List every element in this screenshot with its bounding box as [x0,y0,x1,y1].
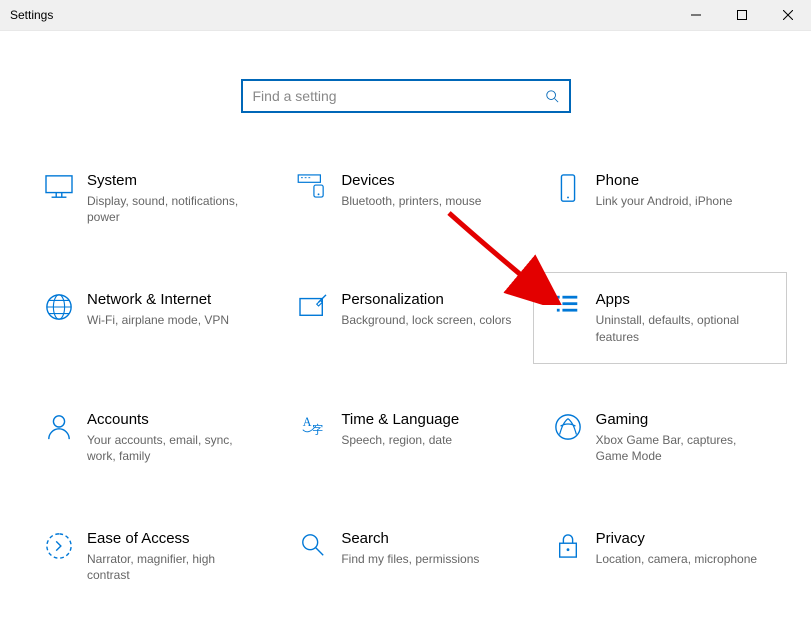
search-box[interactable] [241,79,571,113]
window-controls [673,0,811,30]
devices-icon [291,172,335,225]
phone-icon [546,172,590,225]
tile-title: Time & Language [341,411,459,428]
search-category-icon [291,530,335,583]
tile-desc: Bluetooth, printers, mouse [341,193,481,209]
time-language-icon: A字 [291,411,335,464]
tile-title: Personalization [341,291,511,308]
tile-apps[interactable]: Apps Uninstall, defaults, optional featu… [533,272,787,363]
tile-title: Gaming [596,411,766,428]
tile-desc: Link your Android, iPhone [596,193,733,209]
accounts-icon [37,411,81,464]
tile-title: Accounts [87,411,257,428]
tile-title: Devices [341,172,481,189]
tile-network[interactable]: Network & Internet Wi-Fi, airplane mode,… [24,272,278,363]
personalization-icon [291,291,335,344]
tile-title: Ease of Access [87,530,257,547]
categories-grid: System Display, sound, notifications, po… [0,153,811,623]
titlebar: Settings [0,0,811,31]
tile-title: Phone [596,172,733,189]
tile-ease-of-access[interactable]: Ease of Access Narrator, magnifier, high… [24,511,278,602]
window-title: Settings [0,8,53,22]
maximize-button[interactable] [719,0,765,30]
tile-desc: Find my files, permissions [341,551,479,567]
search-area [0,31,811,153]
close-button[interactable] [765,0,811,30]
tile-title: Search [341,530,479,547]
tile-title: Network & Internet [87,291,229,308]
tile-title: Privacy [596,530,757,547]
svg-text:A: A [303,415,312,429]
tile-desc: Your accounts, email, sync, work, family [87,432,257,464]
gaming-icon [546,411,590,464]
tile-desc: Wi-Fi, airplane mode, VPN [87,312,229,328]
tile-desc: Xbox Game Bar, captures, Game Mode [596,432,766,464]
system-icon [37,172,81,225]
tile-system[interactable]: System Display, sound, notifications, po… [24,153,278,244]
lock-icon [546,530,590,583]
tile-desc: Background, lock screen, colors [341,312,511,328]
minimize-button[interactable] [673,0,719,30]
tile-desc: Uninstall, defaults, optional features [596,312,766,344]
tile-desc: Location, camera, microphone [596,551,757,567]
tile-title: Apps [596,291,766,308]
svg-text:字: 字 [312,422,323,436]
tile-personalization[interactable]: Personalization Background, lock screen,… [278,272,532,363]
apps-icon [546,291,590,344]
tile-gaming[interactable]: Gaming Xbox Game Bar, captures, Game Mod… [533,392,787,483]
search-icon [545,89,559,103]
tile-desc: Narrator, magnifier, high contrast [87,551,257,583]
tile-privacy[interactable]: Privacy Location, camera, microphone [533,511,787,602]
tile-desc: Speech, region, date [341,432,459,448]
tile-accounts[interactable]: Accounts Your accounts, email, sync, wor… [24,392,278,483]
tile-devices[interactable]: Devices Bluetooth, printers, mouse [278,153,532,244]
tile-desc: Display, sound, notifications, power [87,193,257,225]
tile-phone[interactable]: Phone Link your Android, iPhone [533,153,787,244]
tile-search[interactable]: Search Find my files, permissions [278,511,532,602]
ease-of-access-icon [37,530,81,583]
search-input[interactable] [253,88,545,104]
tile-time-language[interactable]: A字 Time & Language Speech, region, date [278,392,532,483]
tile-title: System [87,172,257,189]
globe-icon [37,291,81,344]
